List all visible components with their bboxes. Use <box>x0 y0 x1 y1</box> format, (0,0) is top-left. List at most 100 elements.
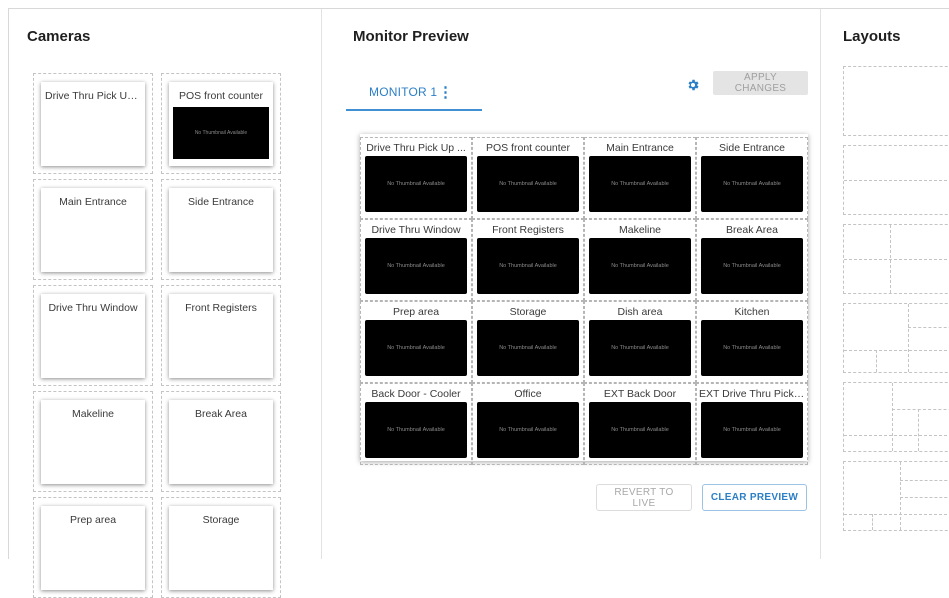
monitor-cell[interactable]: Main Entrance No Thumbnail Available <box>584 137 696 219</box>
camera-slot: Break Area <box>161 391 281 492</box>
monitor-grid: Drive Thru Pick Up ... No Thumbnail Avail… <box>360 134 808 465</box>
monitor-cell-name: Storage <box>509 306 547 318</box>
monitor-cell[interactable]: Drive Thru Window No Thumbnail Available <box>360 219 472 301</box>
cameras-title: Cameras <box>27 28 91 45</box>
layout-1x2[interactable] <box>843 145 949 215</box>
camera-card[interactable]: Break Area <box>169 400 273 484</box>
camera-name: Break Area <box>195 408 247 420</box>
camera-name: Drive Thru Window <box>48 302 138 314</box>
layout-1-plus-9[interactable] <box>843 461 949 531</box>
camera-thumbnail: No Thumbnail Available <box>173 107 269 159</box>
monitor-cell-thumbnail: No Thumbnail Available <box>477 238 579 294</box>
monitor-cell-name: Back Door - Cooler <box>371 388 461 400</box>
clear-preview-button[interactable]: CLEAR PREVIEW <box>702 484 807 511</box>
monitor-cell-name: Prep area <box>392 306 440 318</box>
camera-name: Drive Thru Pick Up ... <box>45 90 141 102</box>
monitor-cell[interactable]: Side Entrance No Thumbnail Available <box>696 137 808 219</box>
camera-card[interactable]: Main Entrance <box>41 188 145 272</box>
monitor-preview-panel: Monitor Preview MONITOR 1 ⋮ APPLY CHANGE… <box>322 9 821 559</box>
camera-card[interactable]: Front Registers <box>169 294 273 378</box>
camera-name: POS front counter <box>178 90 264 102</box>
camera-card[interactable]: POS front counter No Thumbnail Available <box>169 82 273 166</box>
monitor-cell-thumbnail: No Thumbnail Available <box>701 320 803 376</box>
layouts-panel: Layouts <box>821 9 949 559</box>
monitor-cell-thumbnail: No Thumbnail Available <box>701 156 803 212</box>
camera-slot: Makeline <box>33 391 153 492</box>
camera-card[interactable]: Prep area <box>41 506 145 590</box>
monitor-cell-thumbnail: No Thumbnail Available <box>701 402 803 458</box>
camera-name: Makeline <box>71 408 115 420</box>
camera-slot: POS front counter No Thumbnail Available <box>161 73 281 174</box>
monitor-cell-thumbnail: No Thumbnail Available <box>477 402 579 458</box>
camera-name: Side Entrance <box>188 196 254 208</box>
monitor-cell-name: Kitchen <box>734 306 770 318</box>
monitor-cell-name: Drive Thru Pick Up ... <box>366 142 466 154</box>
monitor-cell-thumbnail: No Thumbnail Available <box>589 156 691 212</box>
monitor-cell[interactable]: Back Door - Cooler No Thumbnail Available <box>360 383 472 465</box>
camera-card[interactable]: Side Entrance <box>169 188 273 272</box>
monitor-cell-thumbnail: No Thumbnail Available <box>701 238 803 294</box>
monitor-cell-name: Dish area <box>617 306 663 318</box>
camera-card[interactable]: Makeline <box>41 400 145 484</box>
camera-slot: Drive Thru Window <box>33 285 153 386</box>
camera-slot: Drive Thru Pick Up ... <box>33 73 153 174</box>
monitor-cell-name: Break Area <box>726 224 778 236</box>
monitor-cell-thumbnail: No Thumbnail Available <box>589 238 691 294</box>
camera-card[interactable]: Drive Thru Window <box>41 294 145 378</box>
camera-card[interactable]: Drive Thru Pick Up ... <box>41 82 145 166</box>
monitor-cell[interactable]: Storage No Thumbnail Available <box>472 301 584 383</box>
monitor-cell[interactable]: Front Registers No Thumbnail Available <box>472 219 584 301</box>
layout-2x2[interactable] <box>843 224 949 294</box>
monitor-cell[interactable]: Dish area No Thumbnail Available <box>584 301 696 383</box>
layouts-title: Layouts <box>843 28 901 45</box>
revert-to-live-button[interactable]: REVERT TO LIVE <box>596 484 692 511</box>
app-frame: Cameras Drive Thru Pick Up ... POS front … <box>8 8 949 598</box>
camera-slot: Prep area <box>33 497 153 598</box>
monitor-cell-thumbnail: No Thumbnail Available <box>365 320 467 376</box>
camera-name: Main Entrance <box>59 196 127 208</box>
monitor-cell[interactable]: POS front counter No Thumbnail Available <box>472 137 584 219</box>
monitor-cell-name: POS front counter <box>485 142 571 154</box>
monitor-cell-name: Side Entrance <box>719 142 785 154</box>
monitor-cell[interactable]: Makeline No Thumbnail Available <box>584 219 696 301</box>
monitor-cell-name: Front Registers <box>492 224 564 236</box>
camera-slot: Main Entrance <box>33 179 153 280</box>
monitor-cell[interactable]: Drive Thru Pick Up ... No Thumbnail Avail… <box>360 137 472 219</box>
monitor-cell-thumbnail: No Thumbnail Available <box>477 156 579 212</box>
monitor-cell-thumbnail: No Thumbnail Available <box>365 402 467 458</box>
camera-name: Front Registers <box>185 302 257 314</box>
monitor-preview-title: Monitor Preview <box>353 28 469 45</box>
monitor-cell-name: EXT Back Door <box>603 388 677 400</box>
monitor-cell-thumbnail: No Thumbnail Available <box>589 402 691 458</box>
layout-1-plus-7[interactable] <box>843 382 949 452</box>
camera-slot: Storage <box>161 497 281 598</box>
monitor-cell[interactable]: EXT Drive Thru Pick ... No Thumbnail Avai… <box>696 383 808 465</box>
monitor-cell-thumbnail: No Thumbnail Available <box>589 320 691 376</box>
more-vert-icon[interactable]: ⋮ <box>438 83 453 101</box>
gear-icon[interactable] <box>686 78 700 92</box>
monitor-cell-thumbnail: No Thumbnail Available <box>365 238 467 294</box>
camera-card[interactable]: Storage <box>169 506 273 590</box>
camera-name: Prep area <box>69 514 117 526</box>
monitor-cell-name: Makeline <box>618 224 662 236</box>
monitor-cell-thumbnail: No Thumbnail Available <box>365 156 467 212</box>
monitor-cell[interactable]: EXT Back Door No Thumbnail Available <box>584 383 696 465</box>
camera-slot: Side Entrance <box>161 179 281 280</box>
camera-name: Storage <box>202 514 240 526</box>
monitor-cell-name: Office <box>514 388 542 400</box>
monitor-cell-thumbnail: No Thumbnail Available <box>477 320 579 376</box>
cameras-panel: Cameras Drive Thru Pick Up ... POS front … <box>9 9 322 598</box>
monitor-cell-name: Drive Thru Window <box>371 224 461 236</box>
monitor-cell[interactable]: Break Area No Thumbnail Available <box>696 219 808 301</box>
monitor-cell[interactable]: Prep area No Thumbnail Available <box>360 301 472 383</box>
monitor-cell[interactable]: Kitchen No Thumbnail Available <box>696 301 808 383</box>
monitor-cell-name: Main Entrance <box>606 142 674 154</box>
layout-1-plus-5[interactable] <box>843 303 949 373</box>
monitor-cell[interactable]: Office No Thumbnail Available <box>472 383 584 465</box>
tab-label: MONITOR 1 <box>369 85 438 99</box>
monitor-cell-name: EXT Drive Thru Pick ... <box>699 388 805 400</box>
camera-slot: Front Registers <box>161 285 281 386</box>
layout-1x1[interactable] <box>843 66 949 136</box>
tab-monitor-1[interactable]: MONITOR 1 ⋮ <box>346 73 482 111</box>
apply-changes-button[interactable]: APPLY CHANGES <box>713 71 808 95</box>
